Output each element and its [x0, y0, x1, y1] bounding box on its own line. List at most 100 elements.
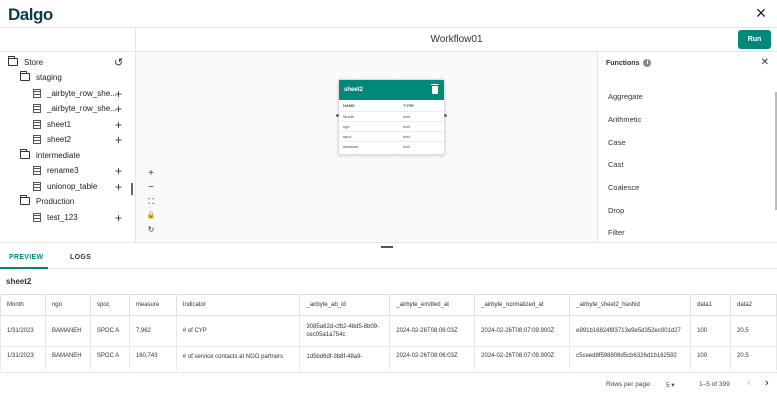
column-header[interactable]: _airbyte_normalized_at [474, 294, 571, 316]
function-item[interactable]: Aggregate [608, 92, 643, 101]
add-node-icon[interactable]: + [115, 165, 122, 177]
node-col-header: TYPE [403, 103, 414, 108]
column-header[interactable]: data2 [729, 294, 777, 316]
add-node-icon[interactable]: + [115, 134, 122, 146]
table-icon [33, 88, 41, 98]
tree-folder-label: staging [36, 72, 62, 82]
folder-icon [8, 56, 18, 66]
page-range: 1–5 of 399 [699, 381, 730, 388]
workflow-canvas[interactable]: sheet2 NAME TYPE Month text ngo text spoc t… [136, 52, 597, 242]
node-cell: text [399, 111, 444, 122]
tree-folder-intermediate[interactable]: intermediate [20, 148, 80, 162]
table-cell: 20.5 [729, 346, 777, 370]
pagination: Rows per page: 5 ▾ 1–5 of 399 ‹ › [0, 372, 777, 399]
tree-folder-production[interactable]: Production [20, 194, 74, 208]
tree-root-label: Store [24, 57, 44, 67]
canvas-controls: + − ⛶ 🔒 ↻ [144, 167, 158, 237]
column-header[interactable]: Month [0, 294, 46, 316]
divider [0, 242, 777, 243]
tree-item[interactable]: _airbyte_row_she... [33, 86, 117, 100]
functions-title: Functions i [606, 59, 652, 67]
column-header[interactable]: _airbyte_sheet2_hashid [569, 294, 692, 316]
function-item[interactable]: Coalesce [608, 183, 639, 192]
fit-view-icon[interactable]: ⛶ [144, 195, 158, 209]
table-icon [33, 134, 41, 144]
table-cell: 100 [690, 346, 731, 370]
tree-item-label: _airbyte_row_she... [47, 88, 117, 98]
resize-handle[interactable] [381, 246, 393, 248]
table-row: 1/31/2023 BAMANEH SPOC A 160,743 # of se… [0, 346, 777, 370]
table-cell: 160,743 [128, 346, 177, 370]
add-node-icon[interactable]: + [115, 88, 122, 100]
column-header[interactable]: spoc [89, 294, 130, 316]
table-cell: SPOC A [89, 346, 130, 370]
column-header[interactable]: measure [128, 294, 177, 316]
tree-folder-staging[interactable]: staging [20, 70, 62, 84]
close-icon[interactable]: ✕ [761, 57, 769, 68]
folder-icon [20, 149, 30, 159]
functions-panel: Functions i ✕ Aggregate Arithmetic Case … [597, 52, 777, 242]
tree-item[interactable]: sheet1 [33, 117, 71, 131]
column-header[interactable]: data1 [690, 294, 731, 316]
bottom-tabs: PREVIEW LOGS [0, 249, 777, 269]
tree-item[interactable]: _airbyte_row_she... [33, 101, 117, 115]
table-row: 1/31/2023 BAMANEH SPOC A 7,962 # of CYP … [0, 315, 777, 347]
function-item[interactable]: Cast [608, 160, 623, 169]
reset-icon[interactable]: ↻ [144, 223, 158, 237]
table-cell: # of service contacts at NGO partners [175, 346, 301, 370]
tab-logs[interactable]: LOGS [70, 249, 91, 269]
node-input-port[interactable] [336, 114, 339, 117]
table-cell: 2024-02-26T08:07:09.900Z [474, 315, 571, 347]
rows-per-page-select[interactable]: 5 ▾ [666, 381, 675, 389]
lock-icon[interactable]: 🔒 [144, 209, 158, 223]
info-icon[interactable]: i [643, 59, 652, 67]
top-bar: Dalgo × [0, 0, 777, 28]
table-icon [33, 212, 41, 222]
table-cell: # of CYP [175, 315, 301, 347]
table-cell: 1/31/2023 [0, 315, 46, 347]
tree-item[interactable]: test_123 [33, 210, 78, 224]
node-output-port[interactable] [444, 114, 447, 117]
tree-root-store[interactable]: Store [8, 55, 43, 69]
function-item[interactable]: Arithmetic [608, 115, 641, 124]
delete-icon[interactable] [431, 84, 439, 94]
table-cell: 2024-02-26T08:06:03Z [389, 315, 476, 347]
tab-preview[interactable]: PREVIEW [0, 249, 48, 269]
next-page-icon[interactable]: › [765, 377, 769, 389]
prev-page-icon[interactable]: ‹ [747, 377, 751, 389]
table-cell: e991b16824f83713e9e5d352ec001d27 [569, 315, 692, 347]
column-header[interactable]: Indicator [175, 294, 301, 316]
table-cell: 2024-02-26T08:07:09.900Z [474, 346, 571, 370]
tree-item[interactable]: sheet2 [33, 132, 71, 146]
table-cell: 1d5bd6df-3b8f-48a9- [299, 346, 391, 370]
tree-item-label: _airbyte_row_she... [47, 103, 117, 113]
node-cell: ngo [339, 121, 400, 132]
folder-icon [20, 195, 30, 205]
zoom-in-icon[interactable]: + [144, 167, 158, 181]
source-tree: Store staging _airbyte_row_she... _airby… [0, 52, 136, 242]
column-header[interactable]: _airbyte_emitted_at [389, 294, 476, 316]
add-node-icon[interactable]: + [115, 212, 122, 224]
node-columns-table: NAME TYPE Month text ngo text spoc text mea… [339, 100, 444, 151]
canvas-node-sheet2[interactable]: sheet2 NAME TYPE Month text ngo text spoc t… [338, 79, 445, 155]
zoom-out-icon[interactable]: − [144, 181, 158, 195]
tree-folder-label: Production [36, 196, 75, 206]
run-button[interactable]: Run [738, 30, 771, 49]
function-item[interactable]: Case [608, 138, 626, 147]
tree-item[interactable]: rename3 [33, 163, 79, 177]
add-node-icon[interactable]: + [115, 181, 122, 193]
node-cell: Month [339, 111, 400, 122]
tree-item[interactable]: unionop_table [33, 179, 97, 193]
tree-scrollbar[interactable] [131, 183, 133, 195]
close-icon[interactable]: × [751, 3, 771, 23]
function-item[interactable]: Filter [608, 228, 625, 237]
refresh-icon[interactable]: ↺ [114, 56, 123, 69]
table-cell: 3085a62d-cfb2-48d5-8b09-cec05a1a754c [299, 315, 391, 347]
preview-table-name: sheet2 [6, 277, 32, 286]
add-node-icon[interactable]: + [115, 119, 122, 131]
function-item[interactable]: Drop [608, 206, 624, 215]
table-cell: 2024-02-26T08:06:03Z [389, 346, 476, 370]
column-header[interactable]: ngo [44, 294, 91, 316]
add-node-icon[interactable]: + [115, 103, 122, 115]
column-header[interactable]: _airbyte_ab_id [299, 294, 391, 316]
